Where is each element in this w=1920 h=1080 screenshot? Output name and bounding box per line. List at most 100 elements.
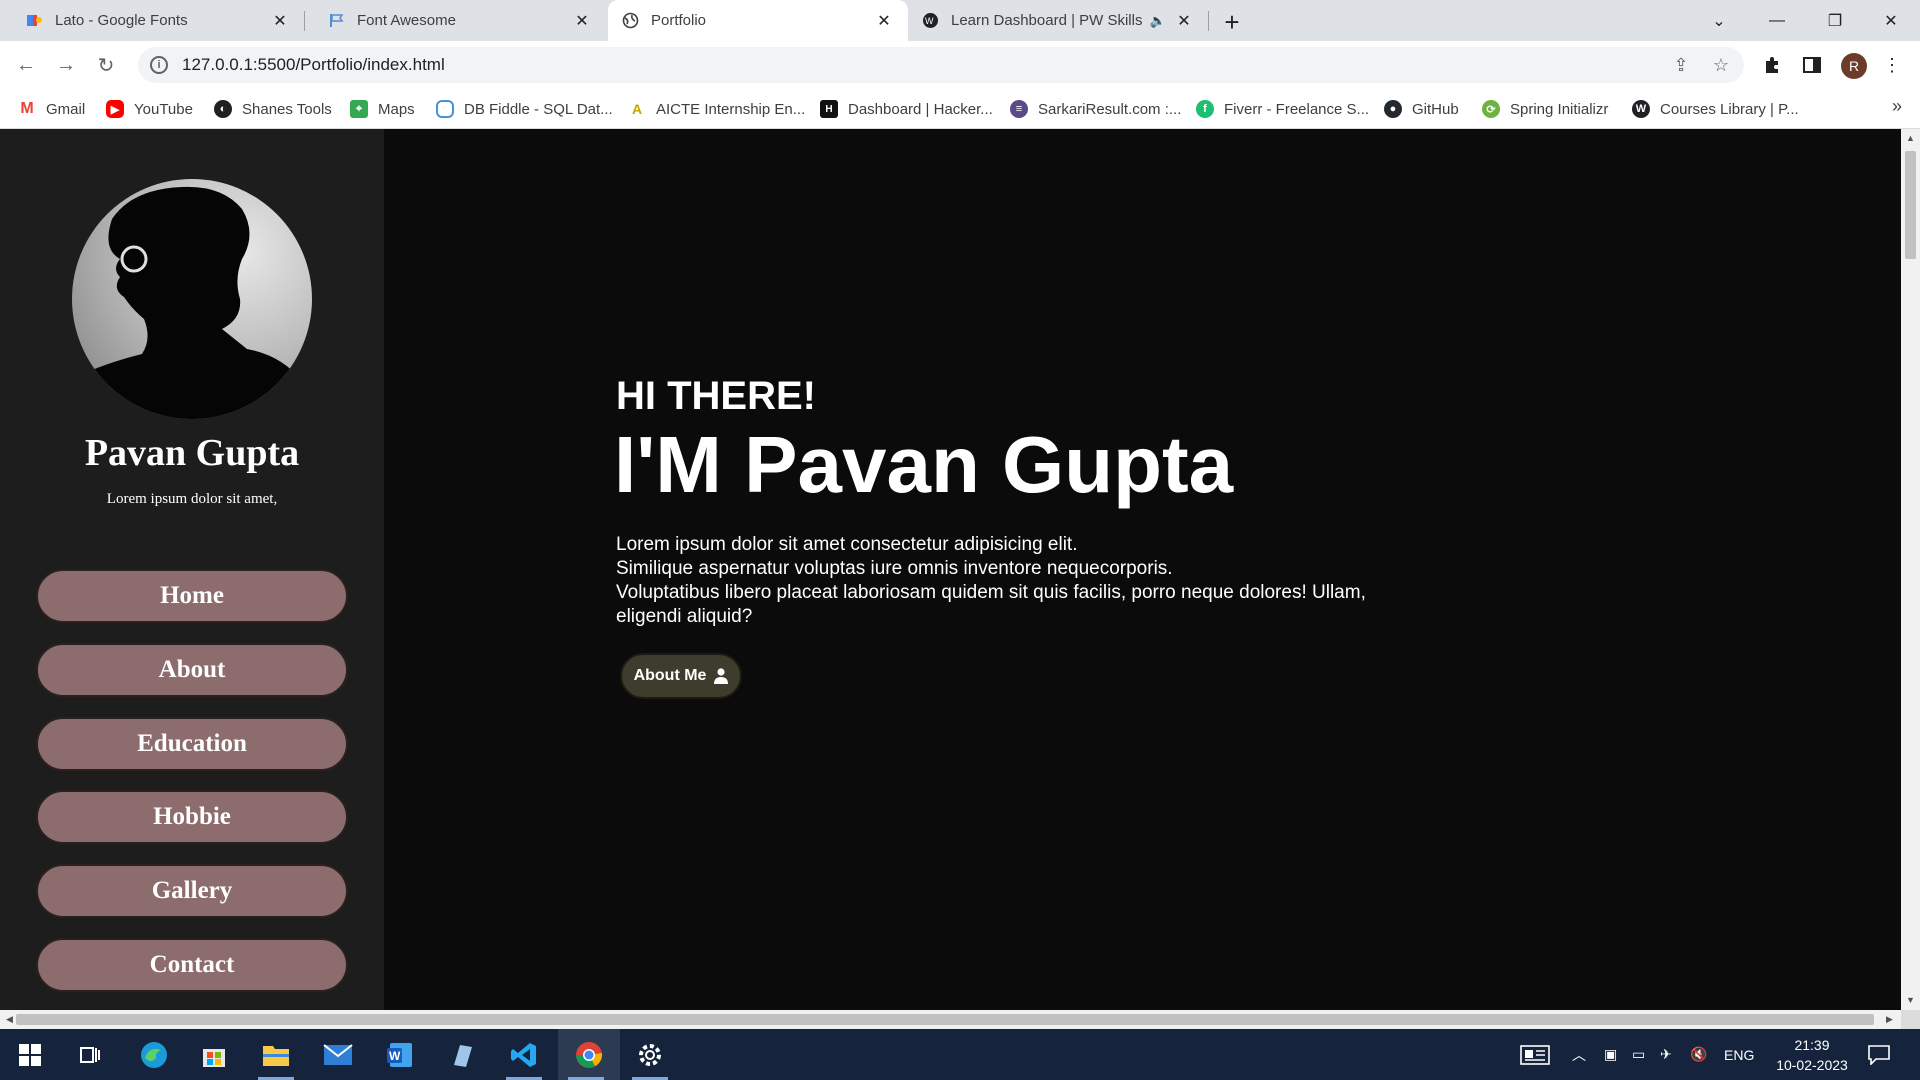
tab-lato-google-fonts[interactable]: Lato - Google Fonts ✕ — [12, 0, 305, 41]
menu-kebab-icon[interactable]: ⋮ — [1880, 53, 1904, 77]
scroll-down-arrow-icon[interactable]: ▼ — [1905, 995, 1916, 1006]
nav-education-button[interactable]: Education — [36, 717, 348, 771]
speaker-muted-icon[interactable]: 🔈 — [1148, 11, 1168, 31]
scrollbar-corner — [1901, 1010, 1920, 1029]
page-viewport: Pavan Gupta Lorem ipsum dolor sit amet, … — [0, 129, 1901, 1010]
tab-font-awesome[interactable]: Font Awesome ✕ — [314, 0, 606, 41]
more-bookmarks-icon[interactable]: » — [1892, 96, 1902, 117]
bookmark-label: Gmail — [46, 100, 86, 118]
bookmark-gmail[interactable]: M Gmail — [18, 98, 85, 120]
settings-icon[interactable] — [622, 1029, 678, 1080]
share-icon[interactable]: ⇪ — [1670, 54, 1692, 76]
meet-now-icon[interactable]: ▣ — [1604, 1029, 1617, 1080]
nav-home-button[interactable]: Home — [36, 569, 348, 623]
nav-gallery-button[interactable]: Gallery — [36, 864, 348, 918]
db-fiddle-icon — [436, 100, 454, 118]
profile-avatar[interactable]: R — [1841, 53, 1867, 79]
nav-contact-button[interactable]: Contact — [36, 938, 348, 992]
hero-headline: I'M Pavan Gupta — [614, 420, 1234, 509]
file-explorer-icon[interactable] — [248, 1029, 304, 1080]
bookmark-youtube[interactable]: ▶ YouTube — [106, 98, 193, 120]
minimize-button[interactable]: — — [1748, 0, 1806, 41]
clock-date: 10-02-2023 — [1776, 1057, 1848, 1073]
hero-section: HI THERE! I'M Pavan Gupta Lorem ipsum do… — [384, 129, 1901, 1010]
vertical-scrollbar[interactable]: ▲ ▼ — [1901, 129, 1920, 1010]
task-view-icon[interactable] — [62, 1029, 118, 1080]
bookmark-label: SarkariResult.com :... — [1038, 100, 1182, 118]
nav-about-button[interactable]: About — [36, 643, 348, 697]
about-me-label: About Me — [633, 667, 707, 684]
github-icon: ● — [1384, 100, 1402, 118]
bookmark-label: AICTE Internship En... — [656, 100, 806, 118]
airplane-mode-icon[interactable]: ✈ — [1660, 1029, 1672, 1080]
sidebar: Pavan Gupta Lorem ipsum dolor sit amet, … — [0, 129, 384, 1010]
url-text[interactable]: 127.0.0.1:5500/Portfolio/index.html — [182, 55, 445, 75]
about-me-button[interactable]: About Me — [620, 653, 742, 699]
bookmark-db-fiddle[interactable]: DB Fiddle - SQL Dat... — [436, 98, 613, 120]
battery-icon[interactable]: ▭ — [1632, 1029, 1645, 1080]
nav-hobbie-button[interactable]: Hobbie — [36, 790, 348, 844]
reload-icon[interactable]: ↻ — [90, 49, 122, 81]
bookmark-sarkari-result[interactable]: ≡ SarkariResult.com :... — [1010, 98, 1181, 120]
store-icon[interactable] — [186, 1029, 242, 1080]
back-icon[interactable]: ← — [10, 49, 42, 81]
sarkari-result-icon: ≡ — [1010, 100, 1028, 118]
bookmark-aicte[interactable]: A AICTE Internship En... — [628, 98, 805, 120]
close-tab-icon[interactable]: ✕ — [874, 11, 894, 31]
show-hidden-icons-icon[interactable]: ︿ — [1572, 1029, 1586, 1080]
horizontal-scrollbar[interactable]: ◀ ▶ — [0, 1010, 1901, 1029]
google-fonts-icon — [26, 12, 43, 29]
word-icon[interactable]: W — [372, 1029, 428, 1080]
extensions-icon[interactable] — [1760, 53, 1784, 77]
scroll-left-arrow-icon[interactable]: ◀ — [4, 1014, 15, 1025]
vertical-scroll-thumb[interactable] — [1905, 151, 1916, 259]
bookmark-hackerrank[interactable]: H Dashboard | Hacker... — [820, 98, 993, 120]
language-indicator[interactable]: ENG — [1724, 1029, 1754, 1080]
sidebar-name: Pavan Gupta — [84, 432, 300, 474]
system-clock[interactable]: 21:39 10-02-2023 — [1762, 1035, 1862, 1075]
tab-divider — [304, 11, 305, 31]
scroll-up-arrow-icon[interactable]: ▲ — [1905, 133, 1916, 144]
tab-learn-dashboard[interactable]: W Learn Dashboard | PW Skills 🔈 ✕ — [908, 0, 1209, 41]
chrome-icon[interactable] — [558, 1029, 620, 1080]
mail-icon[interactable] — [310, 1029, 366, 1080]
close-window-button[interactable]: ✕ — [1862, 0, 1920, 41]
volume-muted-icon[interactable]: 🔇 — [1690, 1029, 1707, 1080]
scroll-right-arrow-icon[interactable]: ▶ — [1884, 1014, 1895, 1025]
windows-start-icon[interactable] — [2, 1029, 58, 1080]
courses-library-icon: W — [1632, 100, 1650, 118]
restore-button[interactable]: ❐ — [1806, 0, 1864, 41]
bookmark-label: GitHub — [1412, 100, 1459, 118]
bookmark-courses-library[interactable]: W Courses Library | P... — [1632, 98, 1799, 120]
new-tab-button[interactable]: + — [1218, 7, 1246, 37]
bookmark-github[interactable]: ● GitHub — [1384, 98, 1459, 120]
tab-search-icon[interactable]: ⌄ — [1690, 0, 1748, 41]
notification-center-icon[interactable] — [1868, 1029, 1890, 1080]
profile-photo — [72, 179, 312, 419]
edge-icon[interactable] — [126, 1029, 182, 1080]
bookmark-label: YouTube — [134, 100, 193, 118]
gmail-icon: M — [18, 100, 36, 118]
forward-icon[interactable]: → — [50, 49, 82, 81]
site-info-icon[interactable]: i — [150, 56, 168, 74]
close-tab-icon[interactable]: ✕ — [1174, 11, 1194, 31]
bookmark-star-icon[interactable]: ☆ — [1710, 54, 1732, 76]
close-tab-icon[interactable]: ✕ — [270, 11, 290, 31]
side-panel-icon[interactable] — [1800, 53, 1824, 77]
tab-portfolio[interactable]: Portfolio ✕ — [608, 0, 908, 41]
tab-title: Lato - Google Fonts — [55, 12, 188, 29]
vscode-icon[interactable] — [496, 1029, 552, 1080]
app-icon[interactable] — [434, 1029, 490, 1080]
bookmark-spring-initializr[interactable]: ⟳ Spring Initializr — [1482, 98, 1608, 120]
bookmark-label: Fiverr - Freelance S... — [1224, 100, 1370, 118]
font-awesome-icon — [328, 12, 345, 29]
bookmark-label: Shanes Tools — [242, 100, 332, 118]
bookmark-fiverr[interactable]: f Fiverr - Freelance S... — [1196, 98, 1369, 120]
address-bar[interactable]: i 127.0.0.1:5500/Portfolio/index.html ⇪ … — [138, 47, 1744, 83]
news-widget-icon[interactable] — [1520, 1029, 1550, 1080]
close-tab-icon[interactable]: ✕ — [572, 11, 592, 31]
bookmark-maps[interactable]: ⌖ Maps — [350, 98, 415, 120]
horizontal-scroll-thumb[interactable] — [16, 1014, 1874, 1025]
bookmark-shanes-tools[interactable]: ◐ Shanes Tools — [214, 98, 332, 120]
bookmark-label: Courses Library | P... — [1660, 100, 1799, 118]
